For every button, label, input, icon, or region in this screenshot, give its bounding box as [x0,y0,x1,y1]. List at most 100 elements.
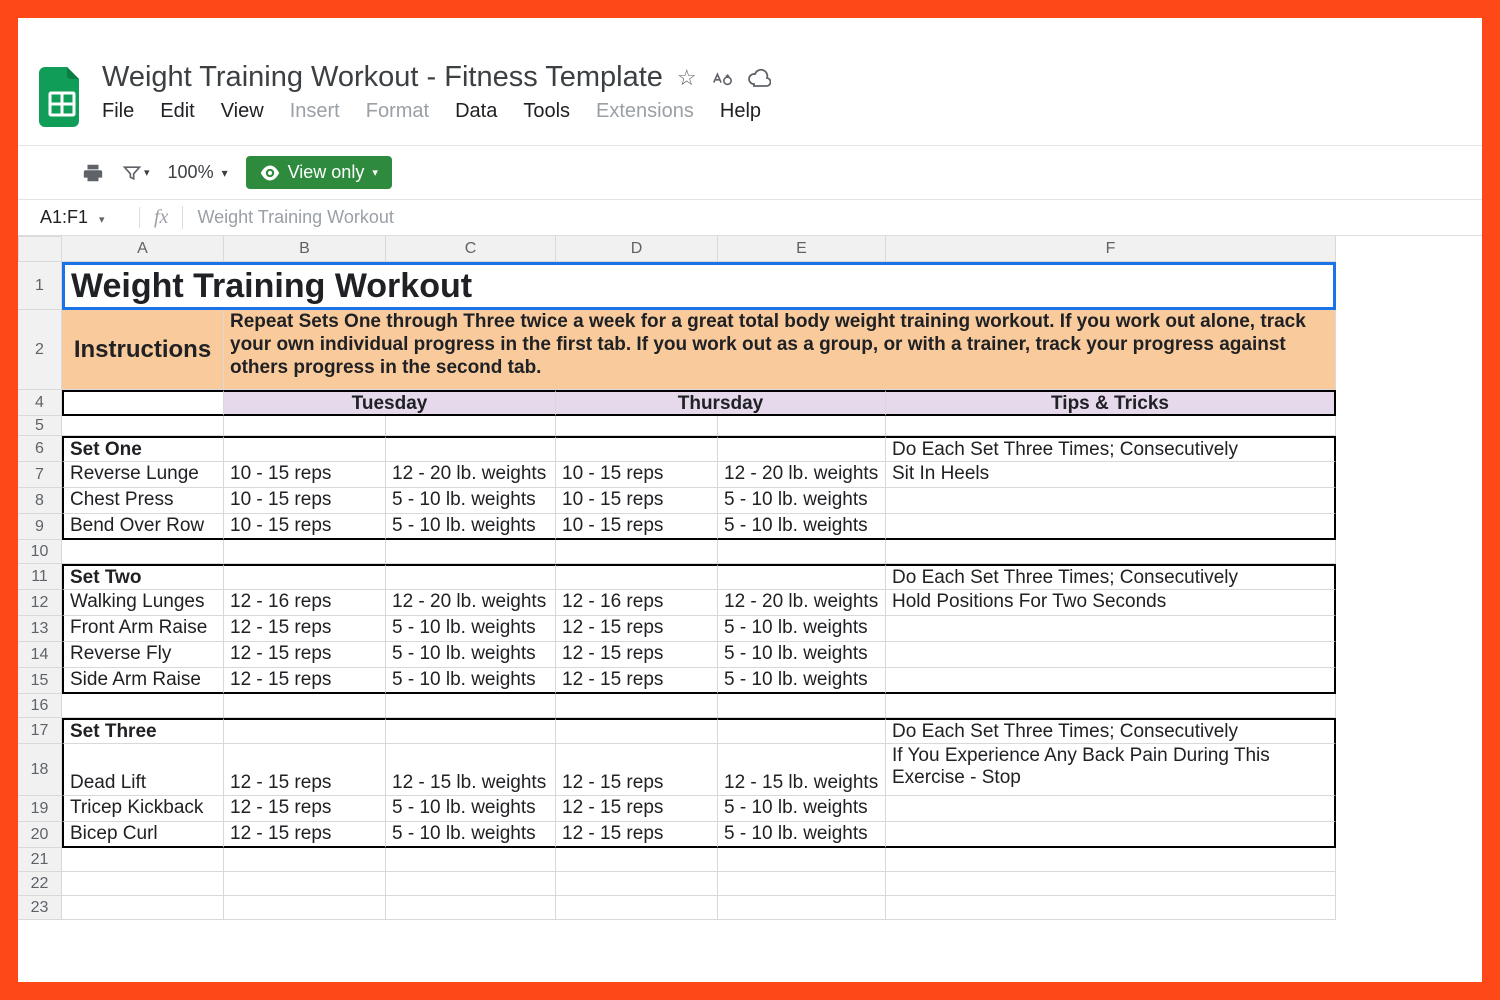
cell[interactable] [718,416,886,436]
col-D[interactable]: D [556,236,718,262]
cell[interactable]: If You Experience Any Back Pain During T… [886,744,1336,796]
row-14[interactable]: 14 [18,642,62,668]
row-9[interactable]: 9 [18,514,62,540]
cell[interactable] [718,848,886,872]
row-10[interactable]: 10 [18,540,62,564]
cell[interactable] [556,564,718,590]
cell[interactable]: 12 - 15 reps [224,642,386,668]
row-7[interactable]: 7 [18,462,62,488]
row-23[interactable]: 23 [18,896,62,920]
cell[interactable] [718,564,886,590]
cell[interactable] [386,540,556,564]
row-17[interactable]: 17 [18,718,62,744]
cell[interactable]: 5 - 10 lb. weights [386,514,556,540]
cell[interactable]: 10 - 15 reps [556,462,718,488]
cell[interactable] [886,872,1336,896]
cell[interactable] [886,848,1336,872]
cell[interactable] [224,718,386,744]
row-6[interactable]: 6 [18,436,62,462]
row-21[interactable]: 21 [18,848,62,872]
cell[interactable]: 10 - 15 reps [224,514,386,540]
cell[interactable]: Sit In Heels [886,462,1336,488]
cell[interactable] [224,540,386,564]
cell[interactable] [386,848,556,872]
cell[interactable] [224,694,386,718]
cell[interactable]: 5 - 10 lb. weights [386,822,556,848]
cell[interactable]: Do Each Set Three Times; Consecutively [886,718,1336,744]
cell[interactable] [886,796,1336,822]
print-icon[interactable] [82,162,104,184]
cell[interactable]: Hold Positions For Two Seconds [886,590,1336,616]
col-F[interactable]: F [886,236,1336,262]
cell-grid[interactable]: Weight Training Workout Instructions Rep… [62,262,1482,920]
cell[interactable] [386,896,556,920]
tips-header[interactable]: Tips & Tricks [886,390,1336,416]
menu-data[interactable]: Data [455,100,497,123]
row-2[interactable]: 2 [18,310,62,390]
cell[interactable] [886,540,1336,564]
cell[interactable]: 5 - 10 lb. weights [386,488,556,514]
instructions-text[interactable]: Repeat Sets One through Three twice a we… [224,310,1336,390]
row-16[interactable]: 16 [18,694,62,718]
cell[interactable] [556,896,718,920]
cell[interactable] [386,694,556,718]
cell[interactable] [718,694,886,718]
set-name[interactable]: Set Two [62,564,224,590]
zoom-dropdown[interactable]: 100% ▾ [168,162,228,183]
cell[interactable] [62,872,224,896]
cell[interactable]: 5 - 10 lb. weights [718,796,886,822]
cell[interactable]: Dead Lift [62,744,224,796]
cell[interactable]: Chest Press [62,488,224,514]
menu-help[interactable]: Help [720,100,761,123]
cell[interactable] [886,668,1336,694]
cell[interactable]: 10 - 15 reps [556,514,718,540]
cell[interactable]: 12 - 15 reps [556,744,718,796]
cell[interactable]: 12 - 15 lb. weights [386,744,556,796]
cell[interactable] [224,896,386,920]
filter-icon[interactable]: ▾ [122,163,150,183]
cell[interactable] [886,616,1336,642]
cell[interactable]: 12 - 15 reps [556,642,718,668]
select-all-corner[interactable] [18,236,62,262]
cell[interactable] [718,896,886,920]
cell[interactable] [224,564,386,590]
cell[interactable] [718,718,886,744]
cell[interactable]: 5 - 10 lb. weights [386,616,556,642]
cell[interactable]: 12 - 20 lb. weights [386,590,556,616]
cell[interactable]: 5 - 10 lb. weights [718,822,886,848]
cell[interactable] [886,896,1336,920]
row-1[interactable]: 1 [18,262,62,310]
cell[interactable]: 12 - 15 reps [224,668,386,694]
cell[interactable] [556,436,718,462]
cell[interactable]: 5 - 10 lb. weights [718,668,886,694]
cell[interactable] [886,416,1336,436]
cell[interactable] [224,436,386,462]
cell[interactable]: 12 - 15 reps [224,796,386,822]
cell[interactable]: 5 - 10 lb. weights [718,514,886,540]
cell[interactable] [556,416,718,436]
cloud-status-icon[interactable] [747,68,771,88]
cell[interactable] [556,540,718,564]
cell[interactable] [62,694,224,718]
cell[interactable]: 12 - 15 reps [224,744,386,796]
sheet-title-cell[interactable]: Weight Training Workout [62,262,1336,310]
cell[interactable]: 5 - 10 lb. weights [386,642,556,668]
cell[interactable]: 5 - 10 lb. weights [718,642,886,668]
cell[interactable]: 12 - 15 reps [556,796,718,822]
cell[interactable]: Side Arm Raise [62,668,224,694]
cell[interactable]: 5 - 10 lb. weights [386,668,556,694]
col-A[interactable]: A [62,236,224,262]
menu-view[interactable]: View [221,100,264,123]
row-19[interactable]: 19 [18,796,62,822]
sheets-logo-icon[interactable] [36,63,88,131]
menu-edit[interactable]: Edit [160,100,194,123]
cell[interactable]: 10 - 15 reps [224,462,386,488]
set-name[interactable]: Set One [62,436,224,462]
cell[interactable] [224,872,386,896]
cell[interactable]: 10 - 15 reps [224,488,386,514]
cell[interactable]: 12 - 15 reps [556,616,718,642]
menu-tools[interactable]: Tools [523,100,570,123]
cell[interactable]: 12 - 15 reps [556,822,718,848]
cell[interactable] [62,896,224,920]
cell[interactable]: 5 - 10 lb. weights [386,796,556,822]
